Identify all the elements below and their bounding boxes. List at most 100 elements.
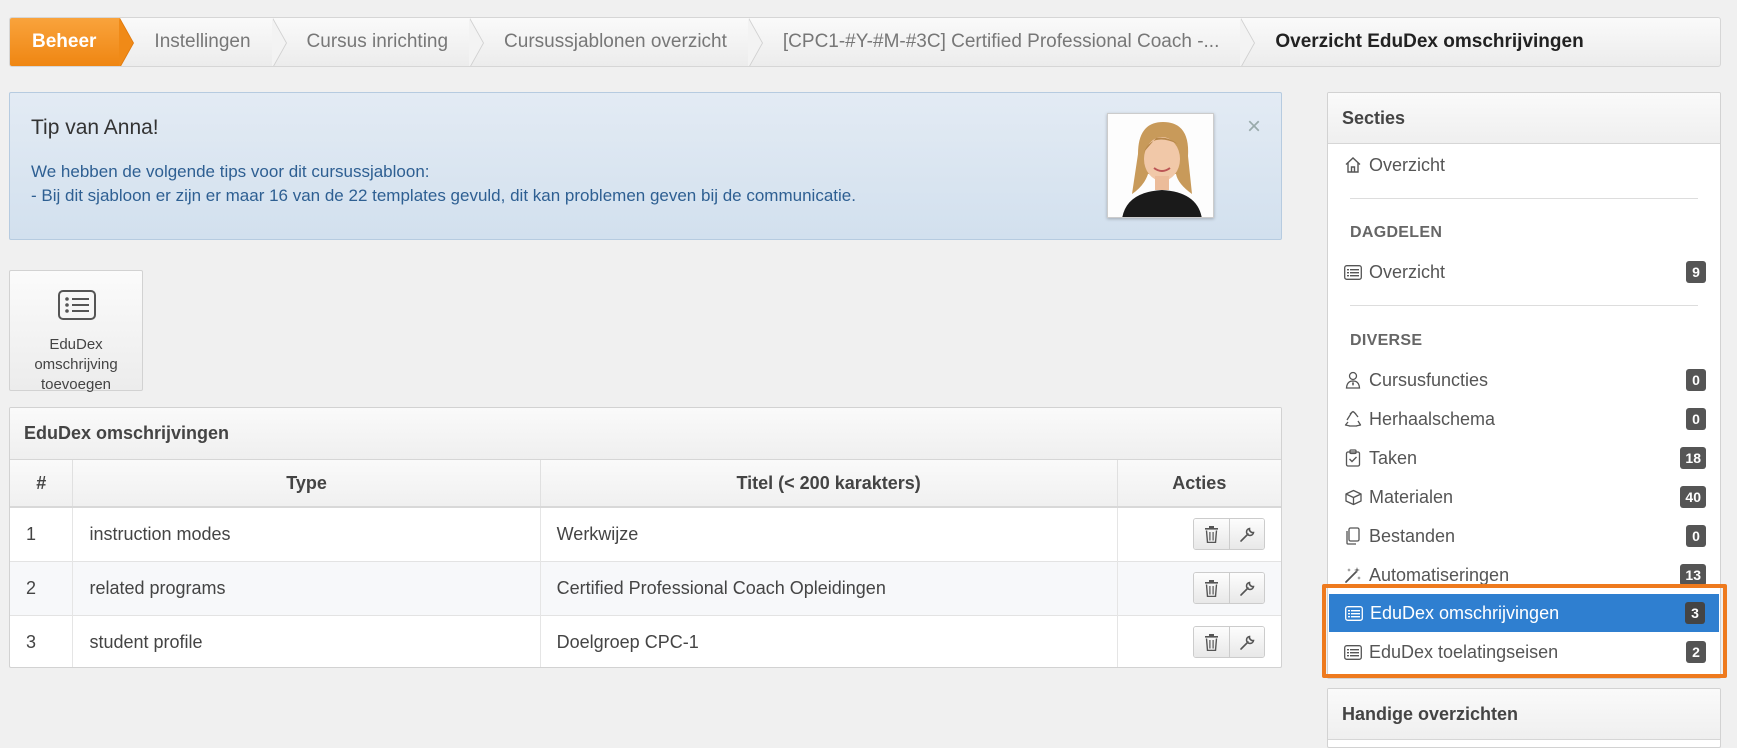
sidebar-item-edudex-omschrijvingen[interactable]: EduDex omschrijvingen 3 (1329, 594, 1719, 632)
edudex-table: # Type Titel (< 200 karakters) Acties 1 … (10, 460, 1281, 667)
sidebar-item-cursusfuncties[interactable]: Cursusfuncties 0 (1328, 361, 1720, 399)
table-row: 1 instruction modes Werkwijze (10, 506, 1281, 561)
magic-wand-icon (1343, 565, 1363, 585)
sections-sidebar: Secties Overzicht DAGDELEN Overzicht 9 D… (1327, 92, 1721, 679)
recycle-icon (1343, 409, 1363, 429)
sidebar-item-bestanden[interactable]: Bestanden 0 (1328, 517, 1720, 555)
row-number: 1 (10, 506, 74, 561)
sidebar-item-label: Overzicht (1369, 261, 1446, 282)
sidebar-item-dagdelen-overzicht[interactable]: Overzicht 9 (1328, 253, 1720, 291)
add-button-label: EduDex omschrijving toevoegen (10, 335, 142, 395)
breadcrumb-item-sjabloon[interactable]: [CPC1-#Y-#M-#3C] Certified Professional … (749, 18, 1256, 66)
sidebar-item-herhaalschema[interactable]: Herhaalschema 0 (1328, 400, 1720, 438)
edit-button[interactable] (1229, 519, 1264, 550)
row-type: instruction modes (72, 506, 541, 561)
row-titel: Certified Professional Coach Opleidingen (540, 560, 1118, 615)
edit-button[interactable] (1229, 627, 1264, 658)
trash-icon (1205, 579, 1218, 597)
breadcrumb-item-beheer[interactable]: Beheer (10, 18, 135, 66)
clipboard-icon (1343, 448, 1363, 468)
sidebar-item-label: Materialen (1369, 486, 1454, 507)
table-row: 2 related programs Certified Professiona… (10, 560, 1281, 615)
breadcrumb-item-current: Overzicht EduDex omschrijvingen (1241, 18, 1605, 66)
row-type: student profile (72, 614, 541, 667)
wrench-icon (1239, 581, 1254, 596)
list-icon (58, 290, 96, 325)
breadcrumb-label: Cursussjablonen overzicht (504, 31, 727, 52)
anna-avatar (1107, 113, 1214, 218)
close-icon[interactable]: × (1247, 115, 1261, 139)
breadcrumb-label: Cursus inrichting (306, 31, 449, 52)
column-header-titel: Titel (< 200 karakters) (540, 460, 1118, 508)
sidebar-item-edudex-toelatingseisen[interactable]: EduDex toelatingseisen 2 (1328, 633, 1720, 671)
sidebar-item-overzicht[interactable]: Overzicht (1328, 146, 1720, 184)
count-badge: 0 (1686, 369, 1706, 391)
row-titel: Doelgroep CPC-1 (540, 614, 1118, 667)
action-button-group (1193, 572, 1265, 604)
row-number: 3 (10, 614, 74, 667)
count-badge: 40 (1680, 486, 1706, 508)
sidebar-item-label: Automatiseringen (1369, 564, 1510, 585)
breadcrumb-item-cursussjablonen[interactable]: Cursussjablonen overzicht (470, 18, 763, 66)
row-actions (1117, 506, 1281, 561)
delete-button[interactable] (1194, 519, 1229, 550)
handige-overzichten-title: Handige overzichten (1328, 689, 1720, 740)
delete-button[interactable] (1194, 573, 1229, 603)
add-edudex-omschrijving-button[interactable]: EduDex omschrijving toevoegen (9, 270, 143, 393)
count-badge: 9 (1686, 261, 1706, 283)
column-header-type: Type (72, 460, 541, 508)
row-actions (1117, 614, 1281, 667)
box-icon (1343, 487, 1363, 507)
panel-title: EduDex omschrijvingen (10, 408, 1281, 460)
row-actions (1117, 560, 1281, 615)
count-badge: 13 (1680, 564, 1706, 586)
count-badge: 0 (1686, 408, 1706, 430)
action-button-group (1193, 626, 1265, 659)
column-header-acties: Acties (1117, 460, 1281, 508)
handige-overzichten-panel: Handige overzichten (1327, 688, 1721, 748)
tip-title: Tip van Anna! (31, 116, 159, 139)
count-badge: 3 (1685, 602, 1705, 624)
list-icon (1343, 642, 1363, 662)
sidebar-group-dagdelen: DAGDELEN (1350, 224, 1443, 241)
files-icon (1343, 526, 1363, 546)
action-button-group (1193, 518, 1265, 551)
sidebar-item-label: Taken (1369, 447, 1418, 468)
trash-icon (1205, 525, 1218, 543)
edudex-table-panel: EduDex omschrijvingen # Type Titel (< 20… (9, 407, 1282, 668)
breadcrumb-label: Instellingen (154, 31, 251, 52)
tip-text-line-1: We hebben de volgende tips voor dit curs… (31, 162, 430, 181)
breadcrumb: Beheer Instellingen Cursus inrichting Cu… (9, 17, 1721, 67)
breadcrumb-label: Overzicht EduDex omschrijvingen (1275, 31, 1584, 52)
breadcrumb-label: Beheer (32, 31, 97, 52)
row-number: 2 (10, 560, 74, 615)
breadcrumb-item-instellingen[interactable]: Instellingen (120, 18, 287, 66)
add-button-label-line-1: EduDex omschrijving (34, 336, 118, 373)
sidebar-item-automatiseringen[interactable]: Automatiseringen 13 (1328, 556, 1720, 594)
sidebar-item-label: EduDex omschrijvingen (1370, 602, 1560, 623)
wrench-icon (1239, 635, 1254, 650)
column-header-number: # (10, 460, 74, 508)
sidebar-group-diverse: DIVERSE (1350, 332, 1423, 349)
edit-button[interactable] (1229, 573, 1264, 603)
home-icon (1343, 155, 1363, 175)
tip-text-line-2: - Bij dit sjabloon er zijn er maar 16 va… (31, 186, 856, 205)
wrench-icon (1239, 527, 1254, 542)
sidebar-item-label: Cursusfuncties (1369, 369, 1489, 390)
delete-button[interactable] (1194, 627, 1229, 658)
add-button-label-line-2: toevoegen (40, 376, 112, 393)
count-badge: 0 (1686, 525, 1706, 547)
sidebar-item-label: Herhaalschema (1369, 408, 1496, 429)
row-type: related programs (72, 560, 541, 615)
breadcrumb-item-cursus-inrichting[interactable]: Cursus inrichting (273, 18, 484, 66)
table-row: 3 student profile Doelgroep CPC-1 (10, 614, 1281, 667)
tip-panel: Tip van Anna! We hebben de volgende tips… (9, 92, 1282, 240)
row-titel: Werkwijze (540, 506, 1118, 561)
count-badge: 18 (1680, 447, 1706, 469)
list-icon (1343, 262, 1363, 282)
breadcrumb-label: [CPC1-#Y-#M-#3C] Certified Professional … (782, 31, 1220, 52)
sidebar-item-label: Bestanden (1369, 525, 1456, 546)
user-tie-icon (1343, 370, 1363, 390)
sidebar-item-taken[interactable]: Taken 18 (1328, 439, 1720, 477)
sidebar-item-materialen[interactable]: Materialen 40 (1328, 478, 1720, 516)
